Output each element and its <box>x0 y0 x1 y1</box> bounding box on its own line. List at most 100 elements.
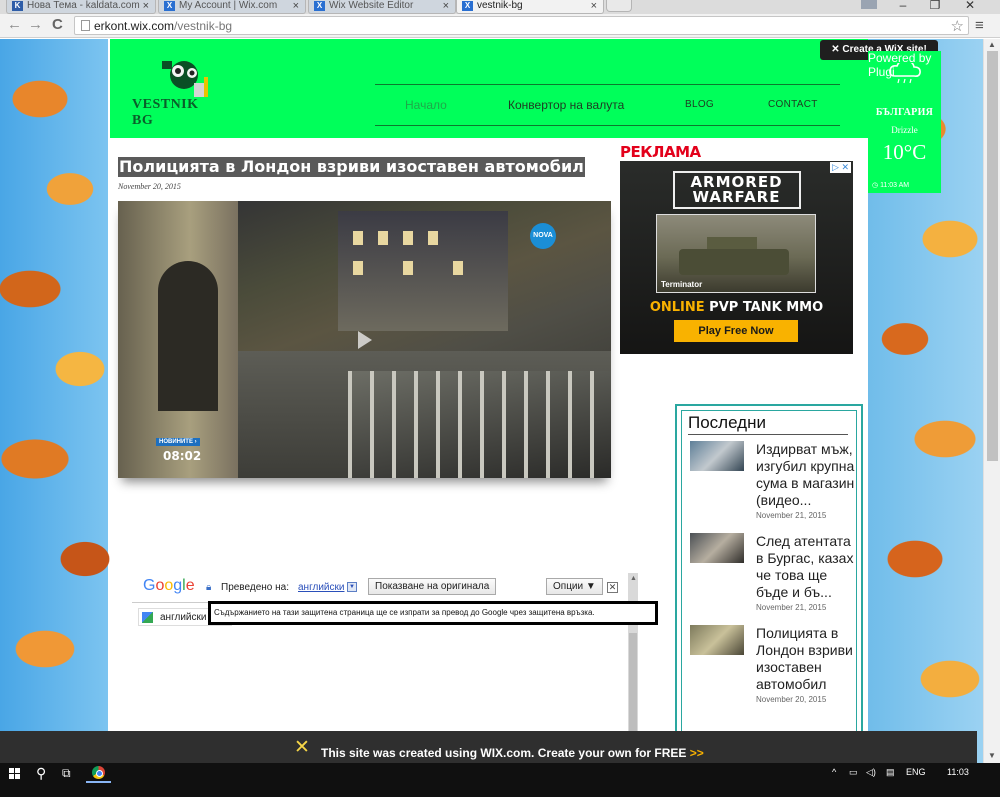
ad-tank-image: Terminator <box>656 214 816 293</box>
ad-game-title: ARMORED WARFARE <box>672 171 801 209</box>
wix-favicon-icon: X <box>164 1 175 11</box>
google-logo: Google <box>143 577 195 594</box>
latest-posts-widget: Последни Издирват мъж, изгубил крупна су… <box>675 404 863 763</box>
latest-post-item[interactable]: След атентата в Бургас, казах че това ще… <box>690 533 860 619</box>
tab-label: Wix Website Editor <box>329 0 414 11</box>
wix-banner-text[interactable]: This site was created using WIX.com. Cre… <box>321 746 704 760</box>
logo-text: VESTNIK BG <box>132 97 199 128</box>
back-arrow-icon[interactable]: ← <box>7 17 22 33</box>
notification-icon[interactable]: ▤ <box>886 767 895 778</box>
translate-close-icon[interactable]: ✕ <box>607 582 618 593</box>
site-header: VESTNIK BG Начало Конвертор на валута BL… <box>110 39 868 138</box>
window-close-button[interactable]: ✕ <box>955 0 985 13</box>
user-profile-icon[interactable] <box>861 0 877 9</box>
post-thumbnail[interactable] <box>690 533 744 563</box>
new-tab-button[interactable] <box>606 0 632 12</box>
windows-taskbar: ⚲ ⧉ ^ ▭ ◁) ▤ ENG 11:03 <box>0 763 1000 797</box>
browser-menu-icon[interactable]: ≡ <box>975 17 984 34</box>
forward-arrow-icon[interactable]: → <box>28 17 43 33</box>
scroll-up-arrow-icon[interactable]: ▲ <box>630 575 637 582</box>
show-original-button[interactable]: Показване на оригинала <box>368 578 497 595</box>
post-date: November 21, 2015 <box>756 603 827 612</box>
wix-logo-icon: ✕ <box>294 736 310 758</box>
nav-item-currency-converter[interactable]: Конвертор на валута <box>508 98 624 112</box>
ad-tagline: ONLINE PVP TANK MMO <box>649 300 824 315</box>
tab-label: My Account | Wix.com <box>179 0 278 11</box>
post-thumbnail[interactable] <box>690 441 744 471</box>
site-logo[interactable]: VESTNIK BG <box>132 57 222 128</box>
tab-close-icon[interactable]: × <box>293 0 299 12</box>
browser-toolbar: ← → C erkont.wix.com/vestnik-bg ☆ ≡ <box>0 14 1000 38</box>
post-title[interactable]: Издирват мъж, изгубил крупна сума в мага… <box>756 441 856 509</box>
browser-tab-wix-account[interactable]: X My Account | Wix.com × <box>158 0 306 14</box>
post-title[interactable]: След атентата в Бургас, казах че това ще… <box>756 533 856 601</box>
volume-icon[interactable]: ◁) <box>866 767 876 778</box>
browser-tab-vestnik[interactable]: X vestnik-bg × <box>456 0 604 14</box>
video-frame <box>338 211 508 331</box>
reload-icon[interactable]: C <box>52 17 63 33</box>
tab-close-icon[interactable]: × <box>143 0 149 12</box>
page-scrollbar[interactable]: ▲ ▼ <box>983 39 1000 763</box>
video-timestamp: 08:02 <box>163 449 202 463</box>
tab-close-icon[interactable]: × <box>591 0 597 12</box>
input-language[interactable]: ENG <box>906 767 926 777</box>
browser-tab-kaldata[interactable]: K Нова Тема - kaldata.com × <box>6 0 156 14</box>
post-date: November 21, 2015 <box>756 511 827 520</box>
lock-icon: 🔒︎ <box>206 582 212 593</box>
language-dropdown-icon[interactable]: ▼ <box>347 582 357 592</box>
article-date: November 20, 2015 <box>118 182 181 191</box>
windows-start-icon[interactable] <box>9 768 21 780</box>
main-nav: Начало Конвертор на валута BLOG CONTACT <box>375 84 840 126</box>
nav-item-home[interactable]: Начало <box>405 98 447 112</box>
nav-item-contact[interactable]: CONTACT <box>768 99 818 110</box>
latest-posts-title: Последни <box>688 413 766 432</box>
ad-play-button[interactable]: Play Free Now <box>674 320 798 342</box>
weather-time: ◷ 11:03 AM <box>872 182 910 189</box>
tray-overflow-icon[interactable]: ^ <box>832 767 836 777</box>
play-icon[interactable] <box>358 331 372 349</box>
article-title[interactable]: Полицията в Лондон взриви изоставен авто… <box>118 157 585 177</box>
scroll-down-arrow-icon[interactable]: ▼ <box>988 751 996 760</box>
search-icon[interactable]: ⚲ <box>36 765 46 782</box>
system-clock[interactable]: 11:03 <box>947 767 969 777</box>
weather-powered-by-link[interactable]: Powered by Plugi <box>868 51 941 79</box>
advertisement[interactable]: ▷ ✕ ARMORED WARFARE Terminator ONLINE PV… <box>620 161 853 354</box>
active-app-indicator <box>86 781 111 783</box>
tab-label: vestnik-bg <box>477 0 523 11</box>
scrollbar-thumb[interactable] <box>987 51 998 461</box>
page-viewport: VESTNIK BG Начало Конвертор на валута BL… <box>0 39 983 763</box>
post-thumbnail[interactable] <box>690 625 744 655</box>
nav-item-blog[interactable]: BLOG <box>685 99 714 110</box>
ad-image-caption: Terminator <box>661 280 703 289</box>
page-icon <box>81 20 90 31</box>
maximize-button[interactable]: ❐ <box>920 0 950 13</box>
latest-post-item[interactable]: Полицията в Лондон взриви изоставен авто… <box>690 625 860 711</box>
weather-condition: Drizzle <box>891 125 918 135</box>
google-translate-bar: Google 🔒︎ Преведено на: английски ▼ Пока… <box>132 573 629 603</box>
post-date: November 20, 2015 <box>756 695 827 704</box>
post-title[interactable]: Полицията в Лондон взриви изоставен авто… <box>756 625 856 693</box>
ad-heading: РЕКЛАМА <box>620 143 701 161</box>
task-view-icon[interactable]: ⧉ <box>62 766 71 781</box>
weather-temperature: 10°C <box>882 140 927 164</box>
article-video[interactable]: NOVA НОВИНИТЕ › 08:02 <box>118 201 611 478</box>
adchoices-icon[interactable]: ▷ ✕ <box>830 162 851 173</box>
bookmark-star-icon[interactable]: ☆ <box>951 17 964 35</box>
network-icon[interactable]: ▭ <box>849 767 858 778</box>
weather-country: БЪЛГАРИЯ <box>875 107 934 118</box>
browser-tab-wix-editor[interactable]: X Wix Website Editor × <box>308 0 456 14</box>
language-label: английски <box>160 612 207 623</box>
target-language-link[interactable]: английски <box>298 582 344 593</box>
scroll-up-arrow-icon[interactable]: ▲ <box>988 40 996 49</box>
wix-promo-banner[interactable]: ✕ This site was created using WIX.com. C… <box>0 731 977 763</box>
chrome-taskbar-icon[interactable] <box>92 766 105 779</box>
options-button[interactable]: Опции ▼ <box>546 578 603 595</box>
wix-favicon-icon: X <box>314 1 325 11</box>
tab-close-icon[interactable]: × <box>443 0 449 12</box>
google-translate-icon <box>142 612 153 623</box>
latest-post-item[interactable]: Издирват мъж, изгубил крупна сума в мага… <box>690 441 860 527</box>
address-bar[interactable]: erkont.wix.com/vestnik-bg ☆ <box>74 16 969 35</box>
site-container: VESTNIK BG Начало Конвертор на валута BL… <box>110 39 868 763</box>
minimize-button[interactable]: – <box>888 0 918 13</box>
kaldata-favicon-icon: K <box>12 1 23 11</box>
